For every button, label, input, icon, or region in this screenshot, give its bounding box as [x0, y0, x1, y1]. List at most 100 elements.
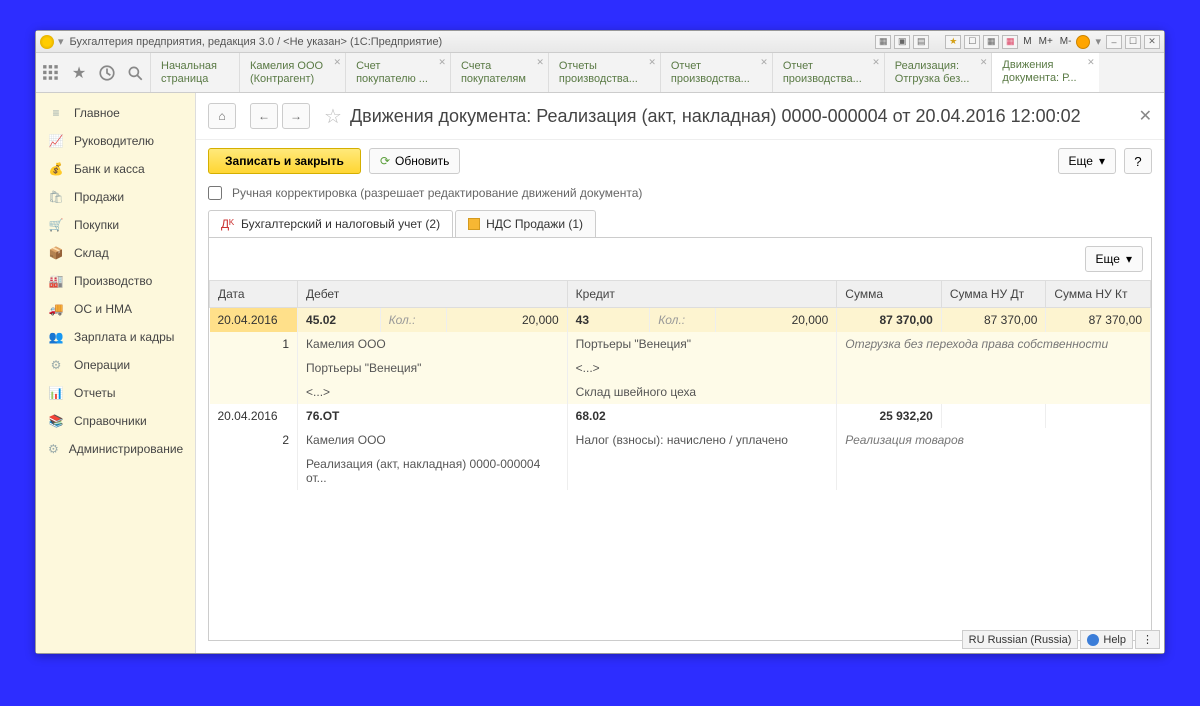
- table-row[interactable]: 20.04.2016 45.02 Кол.: 20,000 43 Кол.: 2…: [210, 308, 1151, 333]
- sidebar-item-sales[interactable]: 🛍Продажи: [36, 183, 195, 211]
- close-button[interactable]: ✕: [1144, 35, 1160, 49]
- memory-mplus[interactable]: M+: [1037, 36, 1055, 47]
- col-sum-nu-dt[interactable]: Сумма НУ Дт: [941, 281, 1046, 308]
- tab-8[interactable]: Движениядокумента: Р...✕: [991, 53, 1098, 92]
- subtab-vat[interactable]: НДС Продажи (1): [455, 210, 596, 237]
- sidebar-item-assets[interactable]: 🚚ОС и НМА: [36, 295, 195, 323]
- dropdown-icon[interactable]: ▾: [58, 35, 64, 48]
- memory-mminus[interactable]: M-: [1058, 36, 1074, 47]
- entries-table: Дата Дебет Кредит Сумма Сумма НУ Дт Сумм…: [209, 280, 1151, 490]
- tab-2[interactable]: Счетпокупателю ...✕: [345, 53, 450, 92]
- menu-icon: ≡: [48, 106, 64, 120]
- main: ⌂ ← → ☆ Движения документа: Реализация (…: [196, 93, 1164, 653]
- status-menu[interactable]: ⋮: [1135, 630, 1160, 649]
- chevron-down-icon: ▾: [1126, 252, 1132, 266]
- col-date[interactable]: Дата: [210, 281, 298, 308]
- sidebar-item-warehouse[interactable]: 📦Склад: [36, 239, 195, 267]
- tb-tool-4[interactable]: ☐: [964, 35, 980, 49]
- report-icon: 📊: [48, 386, 64, 400]
- accounting-icon: Дᴷ: [221, 217, 235, 231]
- titlebar: ▾ Бухгалтерия предприятия, редакция 3.0 …: [36, 31, 1164, 53]
- table-row[interactable]: 1 Камелия ООО Портьеры "Венеция" Отгрузк…: [210, 332, 1151, 356]
- sidebar-item-purchases[interactable]: 🛒Покупки: [36, 211, 195, 239]
- calculator-icon[interactable]: ▦: [983, 35, 999, 49]
- forward-button[interactable]: →: [282, 103, 310, 129]
- close-icon[interactable]: ✕: [334, 56, 342, 69]
- subtab-accounting[interactable]: Дᴷ Бухгалтерский и налоговый учет (2): [208, 210, 453, 237]
- apps-icon[interactable]: [42, 64, 60, 82]
- save-close-button[interactable]: Записать и закрыть: [208, 148, 361, 174]
- help-button[interactable]: ?: [1124, 148, 1152, 174]
- col-sum[interactable]: Сумма: [837, 281, 942, 308]
- star-icon[interactable]: ★: [70, 64, 88, 82]
- panel-more-button[interactable]: Еще▾: [1085, 246, 1143, 272]
- sidebar-item-reports[interactable]: 📊Отчеты: [36, 379, 195, 407]
- page-title: Движения документа: Реализация (акт, нак…: [350, 106, 1131, 127]
- close-icon[interactable]: ✕: [1087, 56, 1095, 69]
- sidebar-item-main[interactable]: ≡Главное: [36, 99, 195, 127]
- help-indicator[interactable]: Help: [1080, 630, 1133, 649]
- truck-icon: 🚚: [48, 302, 64, 316]
- home-button[interactable]: ⌂: [208, 103, 236, 129]
- tab-7[interactable]: Реализация:Отгрузка без...✕: [884, 53, 992, 92]
- maximize-button[interactable]: ☐: [1125, 35, 1141, 49]
- col-credit[interactable]: Кредит: [567, 281, 837, 308]
- favorite-icon[interactable]: ★: [945, 35, 961, 49]
- refresh-icon: ⟳: [380, 154, 390, 168]
- calendar-icon[interactable]: ▦: [1002, 35, 1018, 49]
- panel-toolbar: Еще▾: [209, 238, 1151, 280]
- search-icon[interactable]: [126, 64, 144, 82]
- sidebar-item-bank[interactable]: 💰Банк и касса: [36, 155, 195, 183]
- refresh-button[interactable]: ⟳Обновить: [369, 148, 460, 174]
- sidebar-item-refs[interactable]: 📚Справочники: [36, 407, 195, 435]
- book-icon: 📚: [48, 414, 64, 428]
- manual-edit-checkbox[interactable]: [208, 186, 222, 200]
- ops-icon: ⚙: [48, 358, 64, 372]
- subtabs: Дᴷ Бухгалтерский и налоговый учет (2) НД…: [196, 210, 1164, 237]
- box-icon: 📦: [48, 246, 64, 260]
- tab-5[interactable]: Отчетпроизводства...✕: [660, 53, 772, 92]
- close-icon[interactable]: ✕: [438, 56, 446, 69]
- tab-4[interactable]: Отчетыпроизводства...✕: [548, 53, 660, 92]
- doc-header: ⌂ ← → ☆ Движения документа: Реализация (…: [196, 93, 1164, 140]
- tb-tool-3[interactable]: ▤: [913, 35, 929, 49]
- bookmark-icon[interactable]: ☆: [324, 104, 342, 129]
- checkbox-label: Ручная корректировка (разрешает редактир…: [232, 186, 642, 200]
- col-debit[interactable]: Дебет: [298, 281, 568, 308]
- tb-tool-1[interactable]: ▦: [875, 35, 891, 49]
- close-icon[interactable]: ✕: [872, 56, 880, 69]
- tb-tool-2[interactable]: ▣: [894, 35, 910, 49]
- close-icon[interactable]: ✕: [760, 56, 768, 69]
- app-window: ▾ Бухгалтерия предприятия, редакция 3.0 …: [35, 30, 1165, 654]
- language-indicator[interactable]: RU Russian (Russia): [962, 630, 1079, 649]
- tab-6[interactable]: Отчетпроизводства...✕: [772, 53, 884, 92]
- tab-strip: Начальнаястраница Камелия ООО(Контрагент…: [150, 53, 1164, 92]
- history-icon[interactable]: [98, 64, 116, 82]
- minimize-button[interactable]: –: [1106, 35, 1122, 49]
- close-doc-button[interactable]: ✕: [1139, 106, 1152, 126]
- close-icon[interactable]: ✕: [980, 56, 988, 69]
- statusbar: RU Russian (Russia) Help ⋮: [962, 630, 1160, 649]
- col-sum-nu-kt[interactable]: Сумма НУ Кт: [1046, 281, 1151, 308]
- info-icon[interactable]: [1076, 35, 1090, 49]
- sidebar-item-production[interactable]: 🏭Производство: [36, 267, 195, 295]
- tab-start[interactable]: Начальнаястраница: [150, 53, 239, 92]
- tb-dropdown[interactable]: ▾: [1095, 35, 1101, 48]
- tab-3[interactable]: Счетапокупателям✕: [450, 53, 548, 92]
- tab-1[interactable]: Камелия ООО(Контрагент)✕: [239, 53, 345, 92]
- sidebar-item-admin[interactable]: ⚙Администрирование: [36, 435, 195, 463]
- sidebar-item-operations[interactable]: ⚙Операции: [36, 351, 195, 379]
- data-panel: Еще▾ Дата Дебет Кредит Сумма: [208, 237, 1152, 641]
- close-icon[interactable]: ✕: [536, 56, 544, 69]
- table-row[interactable]: 2 Камелия ООО Налог (взносы): начислено …: [210, 428, 1151, 452]
- memory-m[interactable]: M: [1021, 36, 1033, 47]
- sidebar-item-salary[interactable]: 👥Зарплата и кадры: [36, 323, 195, 351]
- sidebar-item-director[interactable]: 📈Руководителю: [36, 127, 195, 155]
- close-icon[interactable]: ✕: [648, 56, 656, 69]
- help-icon: [1087, 634, 1099, 646]
- app-icon: [40, 35, 54, 49]
- more-button[interactable]: Еще▾: [1058, 148, 1116, 174]
- table-row[interactable]: 20.04.2016 76.ОТ 68.02 25 932,20: [210, 404, 1151, 428]
- back-button[interactable]: ←: [250, 103, 278, 129]
- cell-date: 20.04.2016: [210, 308, 298, 333]
